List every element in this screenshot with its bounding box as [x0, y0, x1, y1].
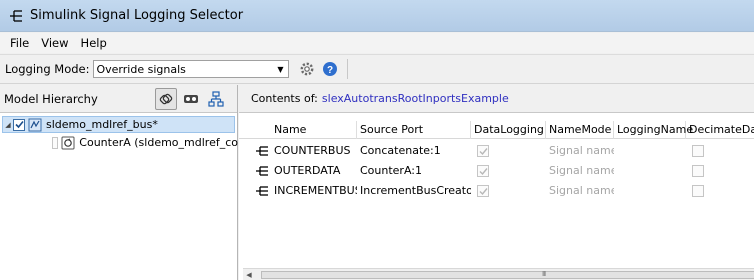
- scrollbar-thumb[interactable]: III: [261, 270, 754, 279]
- table-row[interactable]: COUNTERBUS Concatenate:1 Signal name: [239, 141, 754, 160]
- menu-file[interactable]: File: [6, 36, 37, 50]
- hierarchy-icon: [208, 91, 224, 107]
- loggingname-cell: [614, 161, 686, 180]
- scrollbar-grip: III: [542, 270, 546, 278]
- signal-logging-icon: [10, 9, 22, 22]
- decimatedata-cell: [686, 181, 754, 200]
- logging-mode-label: Logging Mode:: [5, 62, 90, 76]
- scroll-left-icon[interactable]: ◀: [243, 269, 255, 280]
- signal-name-cell: COUNTERBUS: [253, 141, 357, 160]
- namemode-cell: Signal name: [549, 184, 614, 197]
- show-masked-subsystems-button[interactable]: [180, 88, 202, 110]
- decimatedata-cell: [686, 161, 754, 180]
- window-title: Simulink Signal Logging Selector: [30, 8, 244, 23]
- table-header: Name Source Port DataLogging NameMode Lo…: [239, 121, 754, 139]
- col-header-namemode[interactable]: NameMode: [546, 121, 614, 139]
- horizontal-scrollbar[interactable]: ◀ III: [243, 268, 754, 280]
- loggingname-cell: [614, 141, 686, 160]
- datalogging-checkbox[interactable]: [477, 165, 489, 177]
- namemode-cell: Signal name: [549, 144, 614, 157]
- model-reference-icon: [61, 136, 75, 150]
- expander-icon[interactable]: ◢: [3, 121, 13, 129]
- contents-model-name: slexAutotransRootInportsExample: [321, 92, 509, 105]
- datalogging-cell: [471, 181, 546, 200]
- settings-gear-icon[interactable]: [298, 60, 316, 78]
- decimatedata-checkbox[interactable]: [692, 145, 704, 157]
- help-icon[interactable]: ?: [321, 60, 339, 78]
- signal-name-cell: OUTERDATA: [253, 161, 357, 180]
- table-row[interactable]: OUTERDATA CounterA:1 Signal name: [239, 161, 754, 180]
- toolbar: Logging Mode: Override signals ▼ ?: [0, 54, 754, 84]
- namemode-cell: Signal name: [549, 164, 614, 177]
- loggingname-cell: [614, 181, 686, 200]
- signal-name-cell: INCREMENTBUS: [253, 181, 357, 200]
- datalogging-checkbox[interactable]: [477, 185, 489, 197]
- title-bar: Simulink Signal Logging Selector: [0, 0, 754, 32]
- source-port-cell: CounterA:1: [360, 164, 422, 177]
- col-header-datalogging[interactable]: DataLogging: [471, 121, 546, 139]
- mask-icon: [184, 95, 198, 103]
- tree-node-counter-label: CounterA (sldemo_mdlref_co: [79, 136, 238, 149]
- model-hierarchy-header: Model Hierarchy: [0, 85, 237, 113]
- decimatedata-cell: [686, 141, 754, 160]
- signal-icon: [256, 146, 268, 156]
- tree-node-counter[interactable]: CounterA (sldemo_mdlref_co: [52, 134, 238, 151]
- datalogging-cell: [471, 161, 546, 180]
- logging-mode-select[interactable]: Override signals ▼: [92, 60, 289, 78]
- table-row[interactable]: INCREMENTBUS IncrementBusCreator:1 Signa…: [239, 181, 754, 200]
- svg-text:?: ?: [326, 65, 332, 76]
- toolbar-separator: [346, 59, 348, 79]
- tree-node-root[interactable]: ◢ sldemo_mdlref_bus*: [2, 116, 235, 133]
- contents-pane: Contents of: slexAutotransRootInportsExa…: [239, 85, 754, 280]
- tree-node-root-label: sldemo_mdlref_bus*: [46, 118, 158, 131]
- show-all-subsystems-button[interactable]: [205, 88, 227, 110]
- source-port-cell: Concatenate:1: [360, 144, 441, 157]
- contents-of-label: Contents of:: [251, 92, 318, 105]
- model-icon: [28, 118, 42, 132]
- signal-name: COUNTERBUS: [274, 144, 351, 157]
- decimatedata-checkbox[interactable]: [692, 185, 704, 197]
- col-header-source-port[interactable]: Source Port: [357, 121, 471, 139]
- tree-node-counter-checkbox[interactable]: [52, 136, 59, 149]
- show-referenced-models-button[interactable]: [155, 88, 177, 110]
- tree-node-root-checkbox[interactable]: [13, 118, 25, 131]
- chevron-down-icon: ▼: [277, 64, 284, 74]
- col-header-decimatedata[interactable]: DecimateData: [686, 121, 754, 139]
- menu-bar: File View Help: [0, 33, 754, 53]
- datalogging-cell: [471, 141, 546, 160]
- model-hierarchy-pane: Model Hierarchy ◢ sldemo_mdlref_bus* Cou…: [0, 85, 238, 280]
- link-icon: [159, 93, 173, 105]
- col-header-loggingname[interactable]: LoggingName: [614, 121, 693, 139]
- model-hierarchy-label: Model Hierarchy: [4, 91, 98, 106]
- menu-help[interactable]: Help: [77, 36, 115, 50]
- signal-icon: [256, 186, 268, 196]
- source-port-cell: IncrementBusCreator:1: [360, 184, 471, 197]
- datalogging-checkbox[interactable]: [477, 145, 489, 157]
- decimatedata-checkbox[interactable]: [692, 165, 704, 177]
- contents-header: Contents of: slexAutotransRootInportsExa…: [239, 85, 754, 113]
- signal-name: INCREMENTBUS: [274, 184, 357, 197]
- signal-icon: [256, 166, 268, 176]
- logging-mode-value: Override signals: [96, 62, 186, 76]
- signal-name: OUTERDATA: [274, 164, 341, 177]
- col-header-name[interactable]: Name: [271, 121, 357, 139]
- menu-view[interactable]: View: [37, 36, 76, 50]
